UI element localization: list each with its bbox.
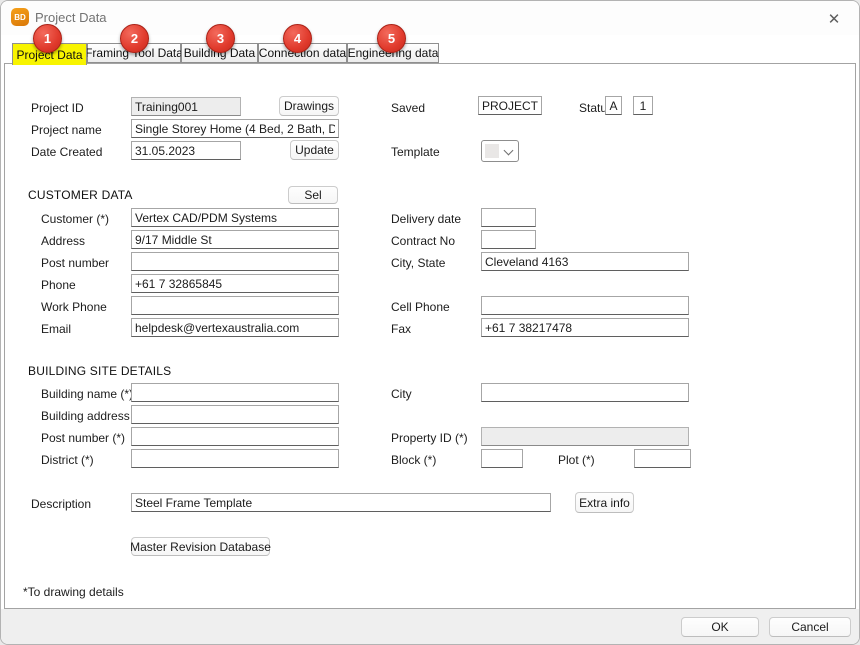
fax-label: Fax — [391, 322, 411, 336]
email-field[interactable] — [131, 318, 339, 337]
status-a-field[interactable] — [605, 96, 622, 115]
drawings-button[interactable]: Drawings — [279, 96, 339, 116]
date-created-label: Date Created — [31, 145, 102, 159]
sel-button[interactable]: Sel — [288, 186, 338, 204]
site-post-number-label: Post number (*) — [41, 431, 125, 445]
address-field[interactable] — [131, 230, 339, 249]
saved-label: Saved — [391, 101, 425, 115]
phone-label: Phone — [41, 278, 76, 292]
extra-info-button[interactable]: Extra info — [575, 492, 634, 513]
building-name-field[interactable] — [131, 383, 339, 402]
template-swatch — [485, 144, 499, 158]
annotation-badge-3: 3 — [206, 24, 235, 53]
close-icon[interactable]: ✕ — [823, 8, 845, 30]
annotation-badge-4: 4 — [283, 24, 312, 53]
work-phone-field[interactable] — [131, 296, 339, 315]
project-name-label: Project name — [31, 123, 102, 137]
description-label: Description — [31, 497, 91, 511]
project-data-dialog: BD Project Data ✕ Project Data Framing T… — [0, 0, 860, 645]
description-field[interactable] — [131, 493, 551, 512]
customer-data-section-title: CUSTOMER DATA — [28, 188, 133, 202]
cell-phone-field[interactable] — [481, 296, 689, 315]
delivery-date-label: Delivery date — [391, 212, 461, 226]
window-title: Project Data — [35, 10, 107, 25]
site-post-number-field[interactable] — [131, 427, 339, 446]
footnote-to-drawing-details: *To drawing details — [23, 585, 124, 599]
annotation-badge-2: 2 — [120, 24, 149, 53]
delivery-date-field[interactable] — [481, 208, 536, 227]
project-id-label: Project ID — [31, 101, 84, 115]
building-name-label: Building name (*) — [41, 387, 133, 401]
block-label: Block (*) — [391, 453, 436, 467]
saved-field[interactable] — [478, 96, 542, 115]
app-icon-text: BD — [14, 13, 26, 22]
customer-label: Customer (*) — [41, 212, 109, 226]
property-id-label: Property ID (*) — [391, 431, 468, 445]
app-icon: BD — [11, 8, 29, 26]
annotation-badge-1: 1 — [33, 24, 62, 53]
project-name-field[interactable] — [131, 119, 339, 138]
ok-button[interactable]: OK — [681, 617, 759, 637]
template-dropdown[interactable] — [481, 140, 519, 162]
annotation-badge-5: 5 — [377, 24, 406, 53]
site-city-field[interactable] — [481, 383, 689, 402]
city-state-label: City, State — [391, 256, 445, 270]
status-number-field[interactable] — [633, 96, 653, 115]
building-site-section-title: BUILDING SITE DETAILS — [28, 364, 171, 378]
phone-field[interactable] — [131, 274, 339, 293]
cancel-button[interactable]: Cancel — [769, 617, 851, 637]
plot-label: Plot (*) — [558, 453, 595, 467]
plot-field[interactable] — [634, 449, 691, 468]
cell-phone-label: Cell Phone — [391, 300, 450, 314]
dialog-footer: OK Cancel — [1, 609, 859, 645]
chevron-down-icon — [504, 146, 514, 156]
project-id-field[interactable] — [131, 97, 241, 116]
update-button[interactable]: Update — [290, 140, 339, 160]
contract-no-label: Contract No — [391, 234, 455, 248]
city-state-field[interactable] — [481, 252, 689, 271]
building-address-label: Building address (*) — [41, 409, 146, 423]
contract-no-field[interactable] — [481, 230, 536, 249]
fax-field[interactable] — [481, 318, 689, 337]
address-label: Address — [41, 234, 85, 248]
district-label: District (*) — [41, 453, 94, 467]
email-label: Email — [41, 322, 71, 336]
site-city-label: City — [391, 387, 412, 401]
master-revision-database-button[interactable]: Master Revision Database — [131, 537, 270, 556]
post-number-field[interactable] — [131, 252, 339, 271]
block-field[interactable] — [481, 449, 523, 468]
building-address-field[interactable] — [131, 405, 339, 424]
post-number-label: Post number — [41, 256, 109, 270]
customer-field[interactable] — [131, 208, 339, 227]
property-id-field[interactable] — [481, 427, 689, 446]
work-phone-label: Work Phone — [41, 300, 107, 314]
date-created-field[interactable] — [131, 141, 241, 160]
template-label: Template — [391, 145, 440, 159]
district-field[interactable] — [131, 449, 339, 468]
